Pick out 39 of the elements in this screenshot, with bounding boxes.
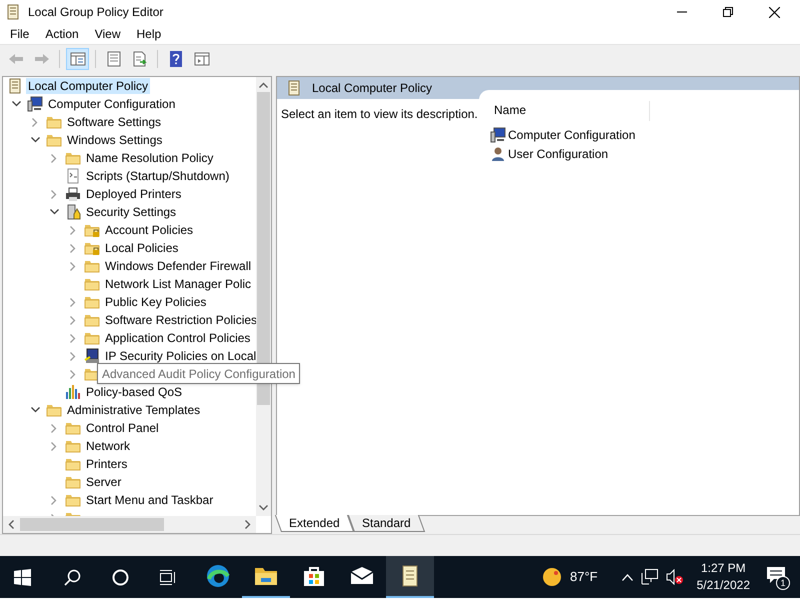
tree-item[interactable]: Administrative Templates <box>65 402 202 418</box>
menu-item[interactable]: Action <box>37 25 87 43</box>
tree-item[interactable]: Application Control Policies <box>103 330 252 346</box>
description-text: Select an item to view its description. <box>281 106 478 123</box>
tree-item[interactable]: Start Menu and Taskbar <box>84 492 216 508</box>
window-title: Local Group Policy Editor <box>28 4 164 21</box>
tree-item[interactable]: Local Computer Policy <box>26 78 150 94</box>
clock-date[interactable]: 5/21/2022 <box>696 577 750 594</box>
clock-time[interactable]: 1:27 PM <box>700 560 746 577</box>
tree-item[interactable]: Network List Manager Polic <box>103 276 254 292</box>
tree-item[interactable]: Public Key Policies <box>103 294 208 310</box>
menu-item[interactable]: Help <box>128 25 170 43</box>
notification-badge: 1 <box>776 576 790 590</box>
tree-item[interactable]: Account Policies <box>103 222 196 238</box>
tree-item[interactable]: Windows Defender Firewall <box>103 258 254 274</box>
tree-item[interactable]: Name Resolution Policy <box>84 150 216 166</box>
tree-item[interactable]: IP Security Policies on Local <box>103 348 256 364</box>
tree-item[interactable]: Control Panel <box>84 420 161 436</box>
tree-item[interactable]: Deployed Printers <box>84 186 184 202</box>
tree-item[interactable]: Scripts (Startup/Shutdown) <box>84 168 232 184</box>
tree-item[interactable]: Software Settings <box>65 114 164 130</box>
tab[interactable]: Extended <box>274 515 354 532</box>
tree-item[interactable]: Network <box>84 438 132 454</box>
temperature[interactable]: 87°F <box>570 567 598 587</box>
list-item[interactable]: User Configuration <box>508 144 608 162</box>
tree-item[interactable]: Local Policies <box>103 240 180 256</box>
menu-item[interactable]: View <box>86 25 128 43</box>
tree-item[interactable]: Printers <box>84 456 130 472</box>
tree-item[interactable]: Security Settings <box>84 204 178 220</box>
menu-item[interactable]: File <box>2 25 38 43</box>
tree-item[interactable]: Policy-based QoS <box>84 384 184 400</box>
column-header[interactable]: Name <box>478 101 650 121</box>
list-item[interactable]: Computer Configuration <box>508 126 636 144</box>
tree-item[interactable]: Windows Settings <box>65 132 164 148</box>
tree-item[interactable]: Server <box>84 474 124 490</box>
pane-title: Local Computer Policy <box>312 80 432 97</box>
tab[interactable]: Standard <box>348 515 425 532</box>
tree-item[interactable]: Computer Configuration <box>46 96 178 112</box>
tooltip-text: Advanced Audit Policy Configuration <box>102 366 296 382</box>
